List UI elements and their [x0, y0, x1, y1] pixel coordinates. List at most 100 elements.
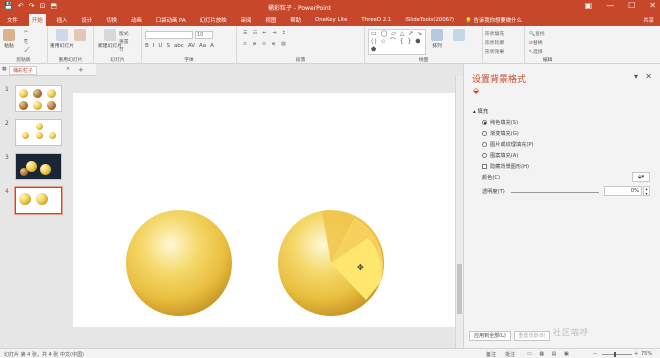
tab-pocket-animation[interactable]: 口袋动画 PA: [153, 14, 189, 26]
zoom-slider[interactable]: [602, 352, 632, 357]
replace-button[interactable]: ⇄替换: [529, 39, 543, 46]
tab-help[interactable]: 帮助: [287, 14, 304, 26]
reuse-slides-button[interactable]: 重用幻灯片: [50, 29, 74, 49]
zoom-knob[interactable]: [614, 352, 616, 357]
arrange-button[interactable]: 排列: [431, 29, 443, 49]
font-name-input[interactable]: [145, 31, 193, 39]
slide-thumbnail-4[interactable]: [15, 187, 62, 214]
tab-slideshow[interactable]: 幻灯片放映: [197, 14, 230, 26]
radio[interactable]: [482, 131, 487, 136]
pane-close-icon[interactable]: ✕: [645, 72, 652, 81]
tab-islidetools[interactable]: iSlideTools(2006?): [402, 15, 457, 25]
copy-icon[interactable]: ⎘: [24, 39, 28, 45]
change-case-button[interactable]: Aa: [199, 43, 206, 49]
tab-file[interactable]: 文件: [4, 14, 21, 26]
underline-button[interactable]: U: [158, 43, 162, 49]
tab-threed[interactable]: ThreeD 2.1: [358, 15, 394, 25]
color-picker-button[interactable]: ⬙▾: [632, 172, 650, 182]
customize-qat-icon[interactable]: ⬒: [50, 2, 57, 10]
layout-button[interactable]: 版式: [119, 30, 129, 37]
maximize-icon[interactable]: ☐: [628, 1, 635, 10]
format-background-pane: 设置背景格式 ▾ ✕ ⬙ ▴ 填充 纯色填充(S) 渐变填充(G) 图片或纹理填…: [463, 64, 660, 348]
strikethrough-button[interactable]: abc: [174, 43, 184, 49]
tab-transitions[interactable]: 切换: [103, 14, 120, 26]
slide-vertical-scrollbar[interactable]: [455, 76, 463, 348]
zoom-out-button[interactable]: −: [593, 351, 597, 357]
font-size-input[interactable]: 10: [195, 31, 213, 39]
view-buttons[interactable]: ▭ ▦ ▤ ▣: [527, 351, 572, 357]
reset-background-button[interactable]: 重置背景(B): [514, 331, 550, 341]
italic-button[interactable]: I: [153, 43, 155, 49]
tab-view[interactable]: 视图: [262, 14, 279, 26]
language-indicator[interactable]: 中文(中国): [60, 351, 84, 358]
shape-fill-button[interactable]: 形状填充: [485, 30, 504, 37]
tell-me-search[interactable]: 💡 告诉我你想要做什么: [465, 16, 522, 24]
tab-onekey[interactable]: OneKey Lite: [312, 15, 350, 25]
paste-button[interactable]: 粘贴: [3, 29, 15, 49]
tell-me-text: 告诉我你想要做什么: [473, 17, 522, 24]
picture-fill-option[interactable]: 图片或纹理填充(P): [482, 141, 534, 148]
comments-button[interactable]: 批注: [505, 351, 515, 358]
shape-effects-button[interactable]: 形状效果: [485, 48, 504, 55]
shadow-button[interactable]: S: [166, 43, 170, 49]
slide-thumbnail-1[interactable]: [15, 85, 62, 112]
radio-selected[interactable]: [482, 120, 487, 125]
find-button[interactable]: 🔍查找: [529, 30, 545, 37]
spacing-button[interactable]: AV: [188, 43, 195, 49]
zoom-level[interactable]: 75%: [641, 351, 652, 357]
notes-button[interactable]: 备注: [486, 351, 496, 358]
redo-icon[interactable]: ↷: [29, 2, 35, 10]
list-buttons[interactable]: ☰ ☷ ⇤ ⇥ ↕: [243, 31, 288, 36]
hide-background-option[interactable]: 隐藏背景图形(H): [482, 163, 529, 170]
pattern-fill-option[interactable]: 图案填充(A): [482, 152, 518, 159]
slide-thumbnail-3[interactable]: [15, 153, 62, 180]
tab-insert[interactable]: 插入: [54, 14, 71, 26]
radio[interactable]: [482, 142, 487, 147]
add-tab-icon[interactable]: +: [78, 66, 84, 74]
format-painter-icon[interactable]: 🖌: [24, 48, 30, 53]
bold-button[interactable]: B: [145, 43, 149, 49]
quick-styles-button[interactable]: [453, 29, 465, 42]
shape-outline-button[interactable]: 形状轮廓: [485, 39, 504, 46]
ribbon-display-icon[interactable]: ▣: [585, 1, 593, 10]
shapes-gallery[interactable]: ▭ ◯ ▱ △ ↗ ↘ ⟨⟩ ☆ ⌒ { } ⬢ ⬟: [368, 29, 426, 55]
undo-icon[interactable]: ↶: [18, 2, 24, 10]
scroll-thumb[interactable]: [457, 264, 462, 314]
radio[interactable]: [482, 153, 487, 158]
gold-sphere-right[interactable]: ✥: [278, 210, 384, 316]
align-buttons[interactable]: ≡ ≣ ≡ ≣ ▤: [243, 42, 288, 47]
tab-review[interactable]: 审阅: [238, 14, 255, 26]
font-format-row: B I U S abc AV Aa A: [145, 43, 214, 49]
gradient-fill-option[interactable]: 渐变填充(G): [482, 130, 519, 137]
fill-bucket-icon[interactable]: ⬙: [473, 86, 479, 95]
section-button[interactable]: 节: [119, 46, 124, 53]
close-icon[interactable]: ✕: [649, 1, 656, 10]
solid-fill-option[interactable]: 纯色填充(S): [482, 119, 518, 126]
tab-close-icon[interactable]: ×: [66, 67, 70, 72]
slide-canvas[interactable]: ✥: [73, 93, 457, 327]
reset-button[interactable]: 重置: [119, 38, 129, 45]
checkbox[interactable]: [482, 164, 487, 169]
gold-sphere-left[interactable]: [126, 210, 232, 316]
tab-design[interactable]: 设计: [78, 14, 95, 26]
share-button[interactable]: 共享: [643, 16, 654, 24]
transparency-slider[interactable]: [511, 192, 599, 193]
zoom-in-button[interactable]: +: [634, 351, 638, 357]
save-icon[interactable]: 💾: [4, 2, 13, 10]
pane-options-icon[interactable]: ▾: [634, 72, 638, 81]
font-color-button[interactable]: A: [210, 43, 214, 49]
apply-to-all-button[interactable]: 应用到全部(L): [469, 331, 511, 341]
transparency-spinner[interactable]: ▴ ▾: [643, 186, 650, 196]
slide-thumbnail-2[interactable]: [15, 119, 62, 146]
slide-panel-tab[interactable]: 桶彩粒子: [9, 66, 38, 75]
thumbnail-view-icon[interactable]: ▦: [2, 67, 7, 72]
transparency-input[interactable]: 0%: [604, 186, 642, 196]
tab-animations[interactable]: 动画: [128, 14, 145, 26]
fill-section-header[interactable]: ▴ 填充: [473, 107, 488, 115]
select-button[interactable]: ↖选择: [529, 48, 543, 55]
new-animation-lib-button[interactable]: [74, 29, 86, 42]
minimize-icon[interactable]: —: [606, 1, 614, 10]
tab-home[interactable]: 开始: [28, 13, 46, 26]
cut-icon[interactable]: ✂: [24, 30, 28, 35]
start-slideshow-icon[interactable]: ⊡: [39, 2, 45, 10]
